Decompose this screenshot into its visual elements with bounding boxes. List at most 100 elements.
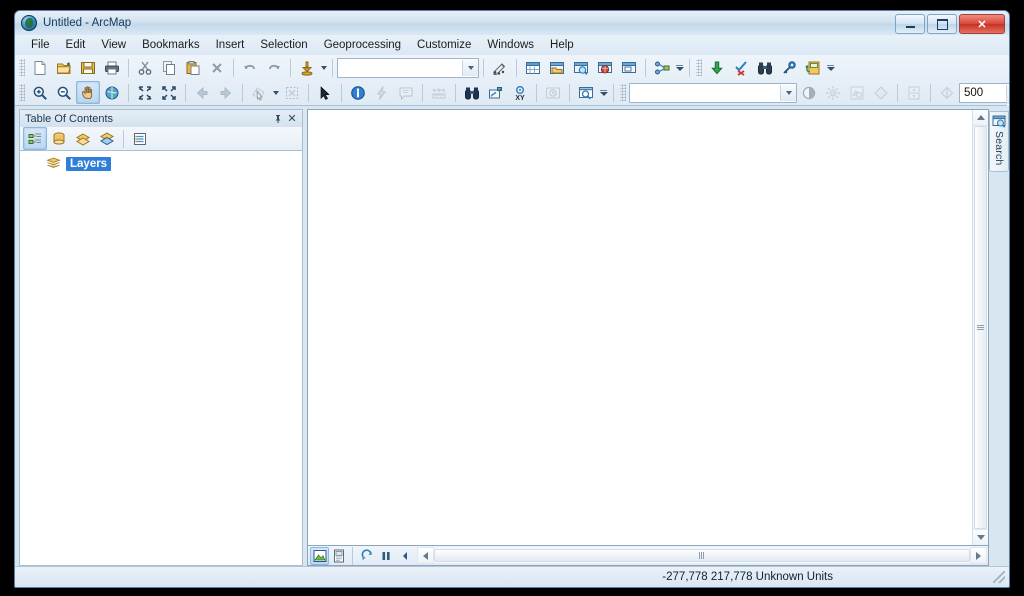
contrast-icon[interactable]: [797, 81, 821, 104]
full-extent-globe-icon[interactable]: [100, 81, 124, 104]
delete-icon[interactable]: [205, 56, 229, 79]
find-binoculars-icon[interactable]: [753, 56, 777, 79]
toc-tree[interactable]: Layers: [19, 150, 303, 566]
minimize-button[interactable]: [895, 14, 925, 34]
html-popup-icon[interactable]: [394, 81, 418, 104]
menu-help[interactable]: Help: [542, 37, 582, 53]
list-by-source-icon[interactable]: [47, 127, 71, 150]
time-slider-icon[interactable]: [541, 81, 565, 104]
add-green-arrow-icon[interactable]: [705, 56, 729, 79]
toggle-panel-icon[interactable]: [395, 547, 414, 565]
zoom-in-icon[interactable]: [28, 81, 52, 104]
spinner-up-button[interactable]: [1007, 84, 1009, 104]
list-by-visibility-icon[interactable]: [71, 127, 95, 150]
flicker-rate-spinner[interactable]: 500: [959, 82, 1009, 122]
identify-key-icon[interactable]: [777, 56, 801, 79]
swipe-diamond-icon[interactable]: [869, 81, 893, 104]
menu-customize[interactable]: Customize: [409, 37, 479, 53]
arcscene-icon[interactable]: [617, 56, 641, 79]
map-canvas[interactable]: [308, 110, 972, 545]
horizontal-scroll-thumb[interactable]: [434, 549, 970, 562]
menu-selection[interactable]: Selection: [252, 37, 315, 53]
toc-item-layers[interactable]: Layers: [20, 155, 302, 172]
transparency-icon[interactable]: [845, 81, 869, 104]
arcglobe-icon[interactable]: [593, 56, 617, 79]
toolbar-grip[interactable]: [19, 59, 25, 76]
toc-close-icon[interactable]: ✕: [285, 112, 299, 126]
open-folder-icon[interactable]: [52, 56, 76, 79]
catalog-window-icon[interactable]: [545, 56, 569, 79]
menu-file[interactable]: File: [23, 37, 58, 53]
save-icon[interactable]: [76, 56, 100, 79]
hyperlink-lightning-icon[interactable]: [370, 81, 394, 104]
copy-icon[interactable]: [157, 56, 181, 79]
fixed-zoom-out-icon[interactable]: [157, 81, 181, 104]
map-vertical-scrollbar[interactable]: [972, 110, 988, 545]
list-by-selection-icon[interactable]: [95, 127, 119, 150]
layout-view-button[interactable]: [329, 547, 348, 565]
map-scale-combo[interactable]: [337, 57, 479, 78]
model-builder-icon[interactable]: [650, 56, 674, 79]
search-panel-tab[interactable]: Search: [989, 111, 1009, 173]
toolbar-grip[interactable]: [19, 84, 25, 101]
menu-geoprocessing[interactable]: Geoprocessing: [316, 37, 409, 53]
toolbar-grip[interactable]: [620, 84, 626, 101]
paste-icon[interactable]: [181, 56, 205, 79]
menu-insert[interactable]: Insert: [208, 37, 253, 53]
menu-bookmarks[interactable]: Bookmarks: [134, 37, 208, 53]
effects-layer-combo[interactable]: [629, 82, 797, 103]
menu-windows[interactable]: Windows: [479, 37, 542, 53]
maximize-button[interactable]: [927, 14, 957, 34]
brightness-icon[interactable]: [821, 81, 845, 104]
chevron-down-icon[interactable]: [462, 59, 478, 76]
cut-icon[interactable]: [133, 56, 157, 79]
undo-icon[interactable]: [238, 56, 262, 79]
map-horizontal-scrollbar[interactable]: [417, 547, 987, 564]
zoom-out-icon[interactable]: [52, 81, 76, 104]
go-forward-extent-icon[interactable]: [214, 81, 238, 104]
fixed-zoom-in-icon[interactable]: [133, 81, 157, 104]
menu-edit[interactable]: Edit: [58, 37, 94, 53]
select-features-dropdown-caret[interactable]: [271, 82, 280, 103]
select-elements-arrow-icon[interactable]: [313, 81, 337, 104]
select-features-icon[interactable]: [247, 81, 271, 104]
redo-icon[interactable]: [262, 56, 286, 79]
go-to-xy-icon[interactable]: XY: [508, 81, 532, 104]
pause-drawing-icon[interactable]: [376, 547, 395, 565]
scroll-left-button[interactable]: [417, 547, 434, 564]
editor-toolbar-icon[interactable]: [488, 56, 512, 79]
data-view-button[interactable]: [310, 546, 329, 565]
menu-view[interactable]: View: [93, 37, 134, 53]
refresh-view-icon[interactable]: [357, 547, 376, 565]
identify-info-icon[interactable]: [346, 81, 370, 104]
vertical-scroll-track[interactable]: [973, 126, 988, 529]
toolbar-overflow-button[interactable]: [598, 82, 609, 103]
flicker-icon[interactable]: [902, 81, 926, 104]
vertical-scroll-thumb[interactable]: [974, 126, 987, 529]
find-icon[interactable]: [460, 81, 484, 104]
toolbar-overflow-button[interactable]: [674, 57, 685, 78]
new-map-icon[interactable]: [28, 56, 52, 79]
clear-selected-features-icon[interactable]: [280, 81, 304, 104]
measure-ruler-icon[interactable]: [427, 81, 451, 104]
toolbar-overflow-button[interactable]: [825, 57, 836, 78]
find-route-icon[interactable]: [484, 81, 508, 104]
auto-hide-pin-icon[interactable]: [271, 112, 285, 126]
window-resize-grip[interactable]: [993, 571, 1005, 583]
table-of-contents-icon[interactable]: [521, 56, 545, 79]
close-button[interactable]: ✕: [959, 14, 1005, 34]
scroll-right-button[interactable]: [970, 547, 987, 564]
pan-hand-icon[interactable]: [76, 81, 100, 104]
list-by-drawing-order-icon[interactable]: [23, 127, 47, 150]
create-viewer-window-icon[interactable]: [574, 81, 598, 104]
add-data-dropdown-caret[interactable]: [319, 57, 328, 78]
clear-selection-icon[interactable]: [729, 56, 753, 79]
print-icon[interactable]: [100, 56, 124, 79]
horizontal-scroll-track[interactable]: [434, 548, 970, 563]
toolbar-grip[interactable]: [696, 59, 702, 76]
toc-options-icon[interactable]: [128, 127, 152, 150]
scroll-down-button[interactable]: [973, 529, 988, 545]
add-to-catalog-icon[interactable]: [801, 56, 825, 79]
add-data-icon[interactable]: [295, 56, 319, 79]
scroll-up-button[interactable]: [973, 110, 988, 126]
